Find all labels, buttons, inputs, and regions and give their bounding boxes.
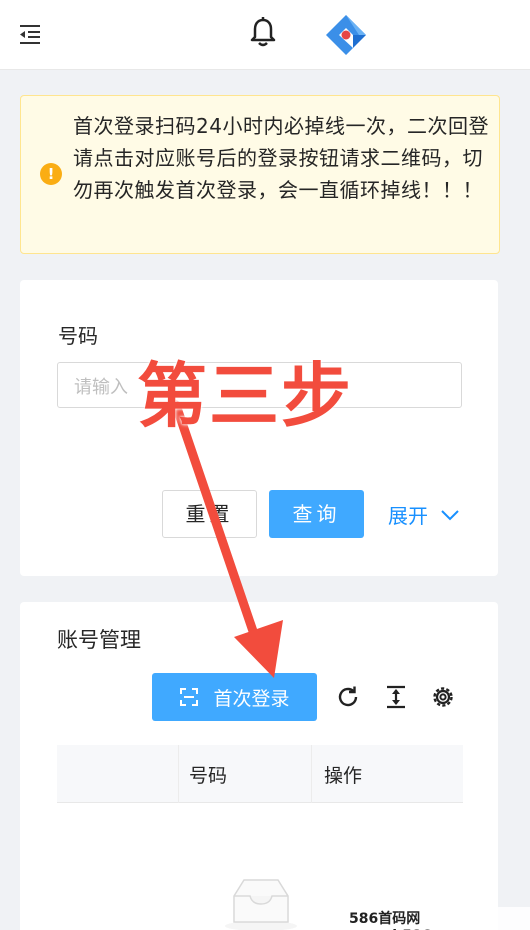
first-login-button[interactable]: 首次登录 <box>152 673 317 721</box>
number-field-label: 号码 <box>58 324 98 348</box>
number-input-placeholder: 请输入 <box>74 377 128 398</box>
alert-message: 首次登录扫码24小时内必掉线一次，二次回登请点击对应账号后的登录按钮请求二维码，… <box>73 114 489 202</box>
account-management-title: 账号管理 <box>57 628 141 652</box>
column-divider <box>311 745 312 803</box>
table-header: 号码 操作 <box>57 745 463 803</box>
query-button[interactable]: 查询 <box>269 490 364 538</box>
site-watermark: 586首码网 www.h586.com <box>345 907 530 930</box>
reset-button[interactable]: 重置 <box>162 490 257 538</box>
column-height-icon[interactable] <box>383 684 409 710</box>
setting-icon[interactable] <box>430 684 456 710</box>
empty-inbox-icon <box>225 879 297 930</box>
column-header-number[interactable]: 号码 <box>189 761 227 788</box>
expand-link[interactable]: 展开 <box>388 500 460 529</box>
warning-alert: ! 首次登录扫码24小时内必掉线一次，二次回登请点击对应账号后的登录按钮请求二维… <box>20 95 500 254</box>
top-navbar <box>0 0 530 70</box>
exclamation-circle-icon: ! <box>40 163 62 185</box>
menu-fold-icon[interactable] <box>18 22 42 46</box>
chevron-down-icon <box>441 509 459 520</box>
account-management-card: 账号管理 首次登录 号码 操作 <box>20 602 498 930</box>
diamond-logo-icon[interactable] <box>322 12 370 58</box>
step-annotation: 第三步 <box>137 355 353 437</box>
expand-label: 展开 <box>388 504 428 528</box>
bell-icon[interactable] <box>248 16 278 48</box>
column-divider <box>178 745 179 803</box>
first-login-label: 首次登录 <box>213 687 290 710</box>
reload-icon[interactable] <box>335 684 361 710</box>
column-header-action[interactable]: 操作 <box>324 761 362 788</box>
scan-icon <box>180 688 199 706</box>
